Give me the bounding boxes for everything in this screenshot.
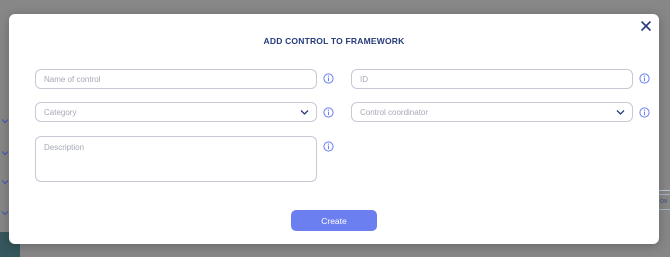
add-control-modal: ADD CONTROL TO FRAMEWORK Category Contro… [9, 14, 659, 244]
modal-title: ADD CONTROL TO FRAMEWORK [263, 36, 405, 46]
background-chevron-icon [1, 178, 9, 186]
info-icon[interactable] [323, 73, 334, 84]
background-button-edge: ov [658, 194, 670, 210]
background-chevron-icon [1, 149, 9, 157]
background-chevron-icon [1, 209, 9, 217]
create-button[interactable]: Create [291, 210, 377, 231]
info-icon[interactable] [639, 107, 650, 118]
background-chevron-icon [1, 117, 9, 125]
description-textarea[interactable] [35, 136, 317, 182]
control-name-input[interactable] [35, 69, 317, 89]
background-divider [658, 190, 670, 191]
chevron-down-icon [616, 109, 625, 116]
coordinator-select-placeholder: Control coordinator [360, 108, 429, 117]
close-icon[interactable] [639, 19, 653, 33]
info-icon[interactable] [639, 73, 650, 84]
info-icon[interactable] [323, 141, 334, 152]
control-coordinator-select[interactable]: Control coordinator [351, 102, 633, 122]
chevron-down-icon [300, 109, 309, 116]
info-icon[interactable] [323, 107, 334, 118]
control-id-input[interactable] [351, 69, 633, 89]
category-select[interactable]: Category [35, 102, 317, 122]
category-select-placeholder: Category [44, 108, 77, 117]
